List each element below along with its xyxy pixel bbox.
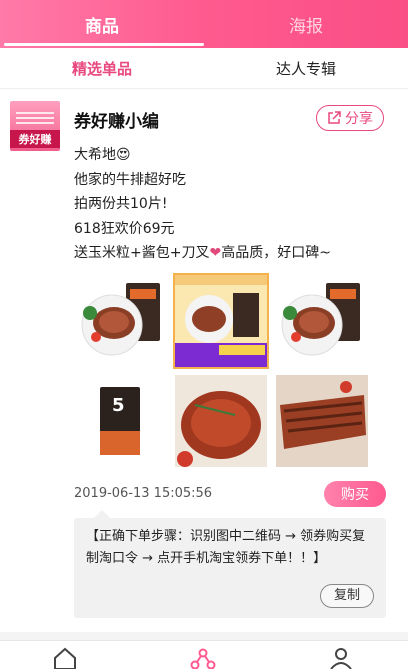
copy-button[interactable]: 复制: [320, 584, 374, 608]
product-image-steak-plate-2[interactable]: [276, 275, 368, 367]
home-icon[interactable]: [52, 647, 78, 669]
buy-button[interactable]: 购买: [324, 481, 386, 507]
subtab-featured-items[interactable]: 精选单品: [0, 48, 204, 88]
avatar-brand-text: 券好赚: [10, 130, 60, 148]
share-node-icon[interactable]: [190, 647, 216, 669]
heart-icon: ❤: [209, 245, 222, 261]
post-description: 大希地😍 他家的牛排超好吃 拍两份共10片! 618狂欢价69元 送玉米粒+酱包…: [74, 143, 394, 266]
bottom-nav: [0, 640, 408, 669]
top-tab-bar: 商品 海报: [0, 0, 408, 48]
product-image-box[interactable]: 5: [76, 375, 168, 467]
subtab-influencer-albums[interactable]: 达人专辑: [204, 48, 408, 88]
product-image-grid: 5: [76, 273, 372, 469]
description-line: 送玉米粒+酱包+刀叉❤高品质，好口碑~: [74, 245, 331, 261]
product-image-steak-grilled[interactable]: [276, 375, 368, 467]
avatar: 券好赚: [10, 101, 60, 151]
sub-tab-bar: 精选单品 达人专辑: [0, 48, 408, 89]
heart-eyes-emoji-icon: 😍: [116, 147, 131, 163]
share-button[interactable]: 分享: [316, 105, 384, 131]
order-instructions-text: 【正确下单步骤：识别图中二维码 → 领券购买复制淘口令 → 点开手机淘宝领券下单…: [86, 529, 366, 566]
order-instructions: 【正确下单步骤：识别图中二维码 → 领券购买复制淘口令 → 点开手机淘宝领券下单…: [74, 510, 386, 618]
product-box-number: 5: [112, 395, 125, 416]
post-card: 券好赚 券好赚小编 分享 大希地😍 他家的牛排超好吃 拍两份共10片! 618狂…: [0, 89, 408, 629]
product-image-steak-plate[interactable]: [76, 275, 168, 367]
tab-products[interactable]: 商品: [0, 0, 204, 48]
post-author-name: 券好赚小编: [74, 112, 159, 132]
share-label: 分享: [345, 111, 373, 127]
product-image-promo[interactable]: [173, 273, 269, 369]
post-timestamp: 2019-06-13 15:05:56: [74, 486, 213, 501]
section-divider: [0, 632, 408, 640]
description-line: 大希地😍: [74, 147, 131, 163]
product-image-steak-closeup[interactable]: [175, 375, 267, 467]
user-icon[interactable]: [328, 647, 354, 669]
tab-posters[interactable]: 海报: [204, 0, 408, 48]
share-icon: [328, 111, 341, 124]
description-line: 618狂欢价69元: [74, 220, 175, 237]
description-line: 拍两份共10片!: [74, 196, 168, 212]
description-line: 他家的牛排超好吃: [74, 171, 186, 188]
